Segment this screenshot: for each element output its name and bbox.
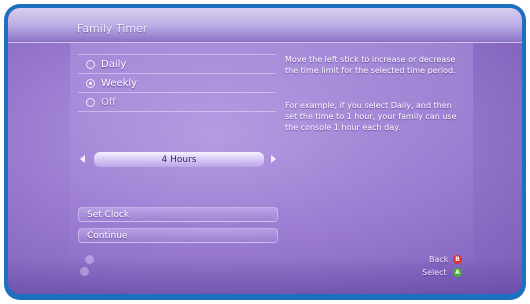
time-limit-value: 4 Hours bbox=[161, 154, 197, 165]
arrow-left-icon[interactable] bbox=[80, 155, 85, 163]
a-button-icon[interactable]: A bbox=[453, 268, 462, 277]
set-clock-button[interactable]: Set Clock bbox=[78, 207, 278, 222]
back-hint-label: Back bbox=[429, 255, 449, 264]
time-limit-slider[interactable]: 4 Hours bbox=[94, 152, 264, 167]
help-text-example: For example, if you select Daily, and th… bbox=[285, 101, 457, 132]
option-weekly[interactable]: Weekly bbox=[78, 74, 276, 92]
b-button-icon[interactable]: B bbox=[453, 255, 462, 264]
help-text-instructions: Move the left stick to increase or decre… bbox=[285, 55, 456, 75]
family-timer-screen: Family Timer Daily Weekly Off Move the l… bbox=[8, 8, 522, 294]
option-label: Weekly bbox=[101, 77, 138, 89]
option-label: Daily bbox=[101, 58, 127, 70]
radio-selected-icon bbox=[86, 78, 95, 88]
arrow-right-icon[interactable] bbox=[271, 155, 276, 163]
radio-unselected-icon bbox=[86, 59, 95, 69]
continue-button[interactable]: Continue bbox=[78, 228, 278, 243]
select-hint-label: Select bbox=[422, 268, 447, 277]
radio-unselected-icon bbox=[86, 97, 95, 107]
page-title: Family Timer bbox=[77, 22, 148, 35]
title-bar: Family Timer bbox=[8, 8, 522, 43]
option-off[interactable]: Off bbox=[78, 93, 276, 111]
option-divider bbox=[78, 111, 276, 112]
y-button-ghost-icon bbox=[85, 255, 94, 264]
x-button-ghost-icon bbox=[80, 267, 89, 276]
option-daily[interactable]: Daily bbox=[78, 55, 276, 73]
option-label: Off bbox=[101, 96, 116, 108]
